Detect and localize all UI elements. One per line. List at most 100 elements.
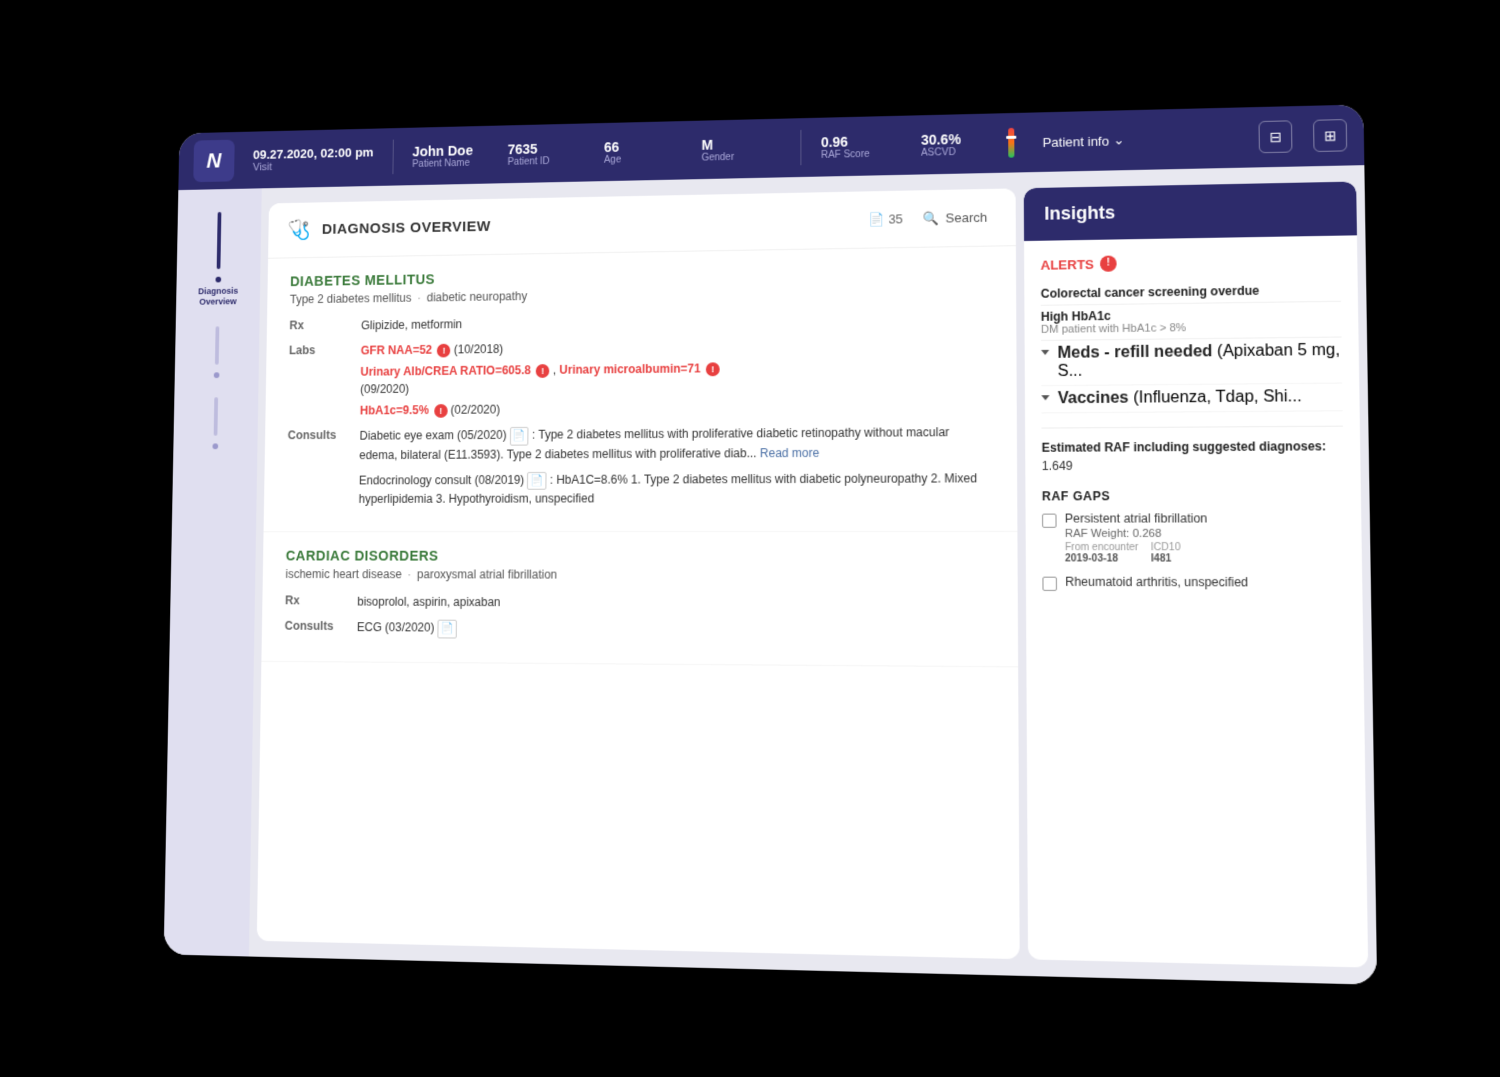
lab-hba1c-date: (02/2020) [451, 402, 501, 416]
lab-urinary-value: Urinary Alb/CREA RATIO=605.8 [360, 363, 531, 378]
patient-info-button[interactable]: Patient info ⌄ [1042, 132, 1124, 150]
alert-item-hba1c: High HbA1c DM patient with HbA1c > 8% [1041, 301, 1342, 340]
cardiac-subtitle: ischemic heart disease · paroxysmal atri… [285, 567, 993, 582]
alerts-text: ALERTS [1040, 256, 1093, 272]
diagnosis-overview-icon: 🩺 [287, 217, 311, 241]
age-label: Age [604, 152, 682, 164]
alert-item-vaccines: Vaccines (Influenza, Tdap, Shi... [1041, 383, 1342, 413]
center-panel: 🩺 DIAGNOSIS OVERVIEW 📄 35 🔍 Search DIABE… [257, 188, 1020, 959]
ascvd-value-field: 30.6% ASCVD [921, 129, 1002, 158]
cardiac-consult-1-text: ECG (03/2020) [357, 620, 435, 634]
alert-meds-content: Meds - refill needed (Apixaban 5 mg, S..… [1057, 341, 1342, 380]
insights-title: Insights [1044, 202, 1115, 223]
nav-divider-1 [392, 139, 393, 173]
raf-gap-afib-meta-1: From encounter 2019-03-18 [1065, 541, 1139, 564]
diabetes-labs-row: Labs GFR NAA=52 ! (10/2018) Urinary Alb/… [288, 334, 992, 419]
consult-1-text: Diabetic eye exam (05/2020) [359, 428, 506, 443]
ascvd-label: ASCVD [921, 145, 1002, 158]
ascvd-indicator [1006, 135, 1016, 138]
nav-icon-btn-2[interactable]: ⊞ [1313, 119, 1347, 152]
sidebar-label-diagnosis: Diagnosis Overview [183, 285, 252, 307]
labs-label: Labs [289, 342, 346, 357]
lab-microalbumin-alert-icon: ! [706, 362, 720, 376]
nav-divider-2 [800, 129, 801, 164]
alert-vaccines-text: Vaccines [1058, 389, 1129, 407]
patient-info-chevron: ⌄ [1113, 132, 1124, 148]
lab-hba1c: HbA1c=9.5% ! (02/2020) [360, 396, 992, 419]
lab-gfr-alert-icon: ! [437, 343, 451, 357]
sidebar-item-diagnosis-overview[interactable]: Diagnosis Overview [183, 207, 254, 307]
insights-body: ALERTS ! Colorectal cancer screening ove… [1024, 235, 1363, 618]
alert-vaccines-content: Vaccines (Influenza, Tdap, Shi... [1058, 388, 1302, 408]
ascvd-bar [1008, 127, 1014, 157]
sidebar-item-2[interactable] [214, 322, 221, 378]
rx-label: Rx [289, 317, 346, 332]
diabetes-consults-row: Consults Diabetic eye exam (05/2020) 📄 :… [287, 422, 993, 507]
raf-gap-afib-weight: RAF Weight: 0.268 [1065, 527, 1345, 539]
rx-value: Glipizide, metformin [361, 308, 992, 334]
lab-hba1c-alert-icon: ! [434, 404, 448, 418]
raf-score-label: RAF Score [821, 147, 901, 160]
raf-gap-afib-content: Persistent atrial fibrillation RAF Weigh… [1065, 511, 1345, 564]
raf-estimated-section: Estimated RAF including suggested diagno… [1042, 425, 1344, 474]
gender-value: M [701, 134, 780, 151]
docs-icon: 📄 [868, 211, 884, 227]
sidebar-dot-active [215, 276, 221, 282]
left-sidebar: Diagnosis Overview [164, 188, 262, 956]
raf-gap-ra: Rheumatoid arthritis, unspecified [1042, 574, 1345, 591]
raf-gap-afib-icd-value: I481 [1151, 552, 1181, 563]
logo-box: N [193, 139, 234, 182]
age-field: 66 Age [604, 137, 682, 165]
raf-gap-afib: Persistent atrial fibrillation RAF Weigh… [1042, 511, 1345, 564]
cardiac-consults-row: Consults ECG (03/2020) 📄 [284, 617, 993, 640]
raf-gap-afib-icd-label: ICD10 [1151, 541, 1181, 552]
lab-urinary: Urinary Alb/CREA RATIO=605.8 ! , Urinary… [360, 356, 992, 397]
consult-1: Diabetic eye exam (05/2020) 📄 : Type 2 d… [359, 422, 992, 463]
panel-title: DIAGNOSIS OVERVIEW [322, 211, 856, 237]
gender-field: M Gender [701, 134, 780, 162]
docs-count: 📄 35 [868, 210, 903, 226]
cardiac-rx-label: Rx [285, 592, 342, 607]
ascvd-field: 30.6% ASCVD [921, 127, 1014, 159]
alert-hba1c-text: High HbA1c [1041, 308, 1111, 323]
nav-icon-1: ⊟ [1269, 128, 1282, 145]
alert-circle-icon: ! [1100, 255, 1117, 271]
sidebar-active-bar [217, 211, 222, 268]
lab-hba1c-value: HbA1c=9.5% [360, 403, 429, 417]
sidebar-dot-2 [214, 371, 220, 377]
raf-gap-afib-enc-label: From encounter [1065, 541, 1138, 552]
nav-icon-2: ⊞ [1324, 126, 1337, 143]
consult-1-doc-icon: 📄 [510, 426, 529, 444]
screen: N 09.27.2020, 02:00 pm Visit John Doe Pa… [164, 104, 1377, 984]
sidebar-item-3[interactable] [212, 393, 219, 449]
cardiac-consult-doc-icon: 📄 [437, 619, 456, 637]
raf-estimated-label: Estimated RAF including suggested diagno… [1042, 439, 1327, 455]
lab-microalbumin-value: Urinary microalbumin=71 [559, 361, 700, 376]
docs-count-value: 35 [888, 211, 903, 226]
nav-icon-btn-1[interactable]: ⊟ [1258, 120, 1292, 153]
alert-item-meds: Meds - refill needed (Apixaban 5 mg, S..… [1041, 337, 1342, 386]
raf-gap-ra-name: Rheumatoid arthritis, unspecified [1065, 574, 1345, 591]
lab-gfr: GFR NAA=52 ! (10/2018) [361, 334, 992, 359]
raf-gap-ra-checkbox[interactable] [1042, 576, 1057, 590]
main-area: Diagnosis Overview 🩺 DIAGNOSIS OVERVIEW … [164, 165, 1377, 985]
ascvd-value: 30.6% [921, 129, 1002, 147]
raf-gap-afib-meta: From encounter 2019-03-18 ICD10 I481 [1065, 541, 1345, 564]
age-value: 66 [604, 137, 682, 154]
alert-meds-text: Meds - refill needed [1057, 343, 1212, 362]
patient-info-label: Patient info [1042, 133, 1109, 149]
cardiac-section: CARDIAC DISORDERS ischemic heart disease… [261, 531, 1018, 666]
nav-spacer [1145, 137, 1238, 139]
lab-gfr-date: (10/2018) [454, 342, 504, 356]
search-button[interactable]: 🔍 Search [915, 205, 995, 230]
consult-2-doc-icon: 📄 [527, 471, 546, 489]
patient-id-value: 7635 [508, 139, 585, 156]
alert-item-colorectal: Colorectal cancer screening overdue [1041, 278, 1341, 305]
raf-gap-afib-checkbox[interactable] [1042, 513, 1057, 527]
consult-1-read-more[interactable]: Read more [760, 445, 819, 459]
diabetes-section: DIABETES MELLITUS Type 2 diabetes mellit… [264, 246, 1018, 532]
diabetes-rx-row: Rx Glipizide, metformin [289, 308, 992, 335]
cardiac-rx-value: bisoprolol, aspirin, apixaban [357, 592, 993, 612]
raf-gap-afib-name: Persistent atrial fibrillation [1065, 511, 1345, 527]
center-panel-header: 🩺 DIAGNOSIS OVERVIEW 📄 35 🔍 Search [268, 188, 1016, 258]
